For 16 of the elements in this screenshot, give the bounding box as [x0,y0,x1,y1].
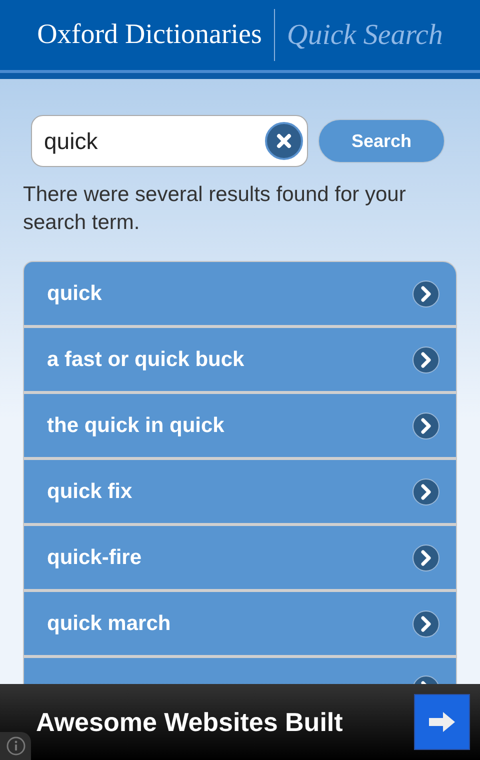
clear-icon[interactable] [265,122,303,160]
results-message: There were several results found for your search term. [23,182,407,236]
search-field[interactable]: quick [31,115,308,167]
result-item[interactable]: a fast or quick buck [24,328,456,391]
product-title: Quick Search [286,18,443,52]
ad-text: Awesome Websites Built [36,706,343,738]
result-item[interactable]: quick march [24,592,456,655]
result-item[interactable]: quick fix [24,460,456,523]
result-item[interactable]: quick [24,262,456,325]
brand-title: Oxford Dictionaries [37,19,262,51]
result-item[interactable]: quick-fire [24,526,456,589]
search-button[interactable]: Search [318,119,445,163]
ad-banner[interactable]: Awesome Websites Built [0,684,480,760]
info-icon[interactable] [0,732,31,760]
search-input[interactable]: quick [42,126,265,156]
result-item[interactable]: the quick in quick [24,394,456,457]
